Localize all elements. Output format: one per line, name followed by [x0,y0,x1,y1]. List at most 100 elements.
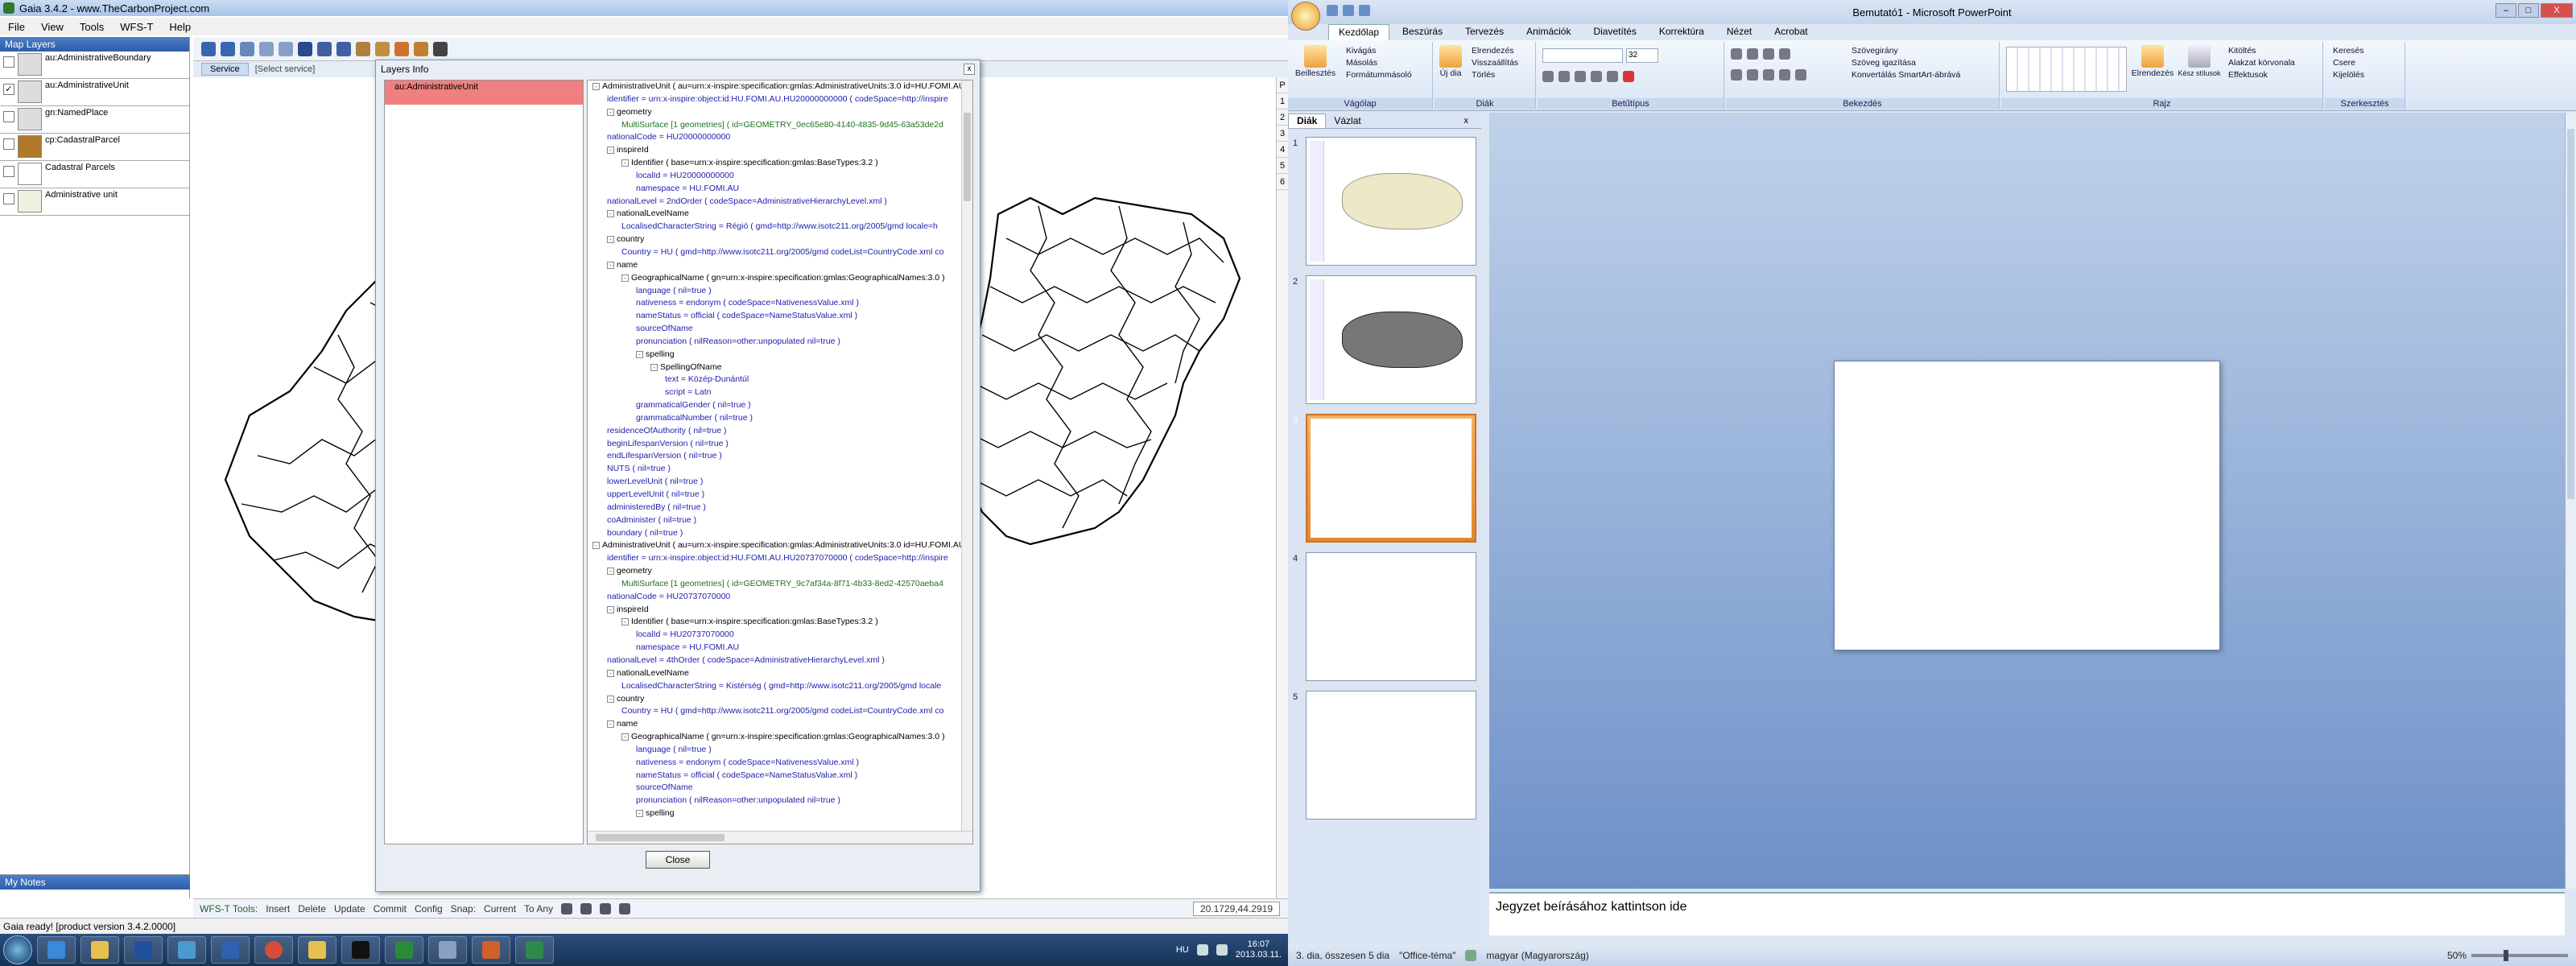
columns-icon[interactable] [1795,69,1806,80]
align-text-button[interactable]: Szöveg igazítása [1847,57,1960,69]
tab-view[interactable]: Nézet [1717,24,1761,40]
tree-collapse-icon[interactable]: - [607,605,614,613]
tree-node[interactable]: - Identifier ( base=urn:x-inspire:specifi… [588,616,962,629]
shapes-gallery[interactable] [2006,47,2127,92]
tree-node[interactable]: coAdminister ( nil=true ) [588,514,962,527]
spellcheck-icon[interactable] [1465,950,1477,961]
tree-node[interactable]: - spelling [588,807,962,820]
italic-icon[interactable] [1558,71,1570,82]
qat-save-icon[interactable] [1327,5,1338,16]
reset-button[interactable]: Visszaállítás [1467,57,1518,69]
find-button[interactable]: Keresés [2328,45,2364,57]
tree-node[interactable]: nameStatus = official ( codeSpace=NameSt… [588,310,962,323]
panel-tab-3[interactable]: 3 [1277,126,1288,142]
tree-collapse-icon[interactable]: - [607,695,614,703]
underline-icon[interactable] [1575,71,1586,82]
layer-item[interactable]: gn:NamedPlace [0,106,189,134]
start-button[interactable] [3,935,32,964]
panel-tab-1[interactable]: 1 [1277,93,1288,109]
layer-item[interactable]: ✓ au:AdministrativeUnit [0,79,189,106]
layer-checkbox[interactable]: ✓ [3,84,14,95]
tree-node[interactable]: grammaticalNumber ( nil=true ) [588,412,962,425]
numbering-icon[interactable] [1747,48,1758,60]
tree-collapse-icon[interactable]: - [607,108,614,116]
slide-thumb-2[interactable] [1306,275,1476,404]
tree-vscroll-thumb[interactable] [964,113,971,201]
service-button[interactable]: Service [201,63,249,76]
format-painter-button[interactable]: Formátummásoló [1341,69,1412,81]
close-button[interactable]: Close [646,851,710,869]
justify-icon[interactable] [1779,69,1790,80]
identify-icon[interactable] [356,41,370,56]
taskbar-gaia[interactable] [515,936,554,964]
zoom-slider[interactable] [2471,950,2568,961]
tree-node[interactable]: nationalCode = HU20000000000 [588,131,962,144]
tree-collapse-icon[interactable]: - [621,274,629,282]
tree-node[interactable]: Country = HU ( gmd=http://www.isotc211.o… [588,705,962,718]
forward-icon[interactable] [279,41,293,56]
tree-node[interactable]: - inspireId [588,604,962,617]
snap-mid-icon[interactable] [580,902,592,914]
layer-item[interactable]: Cadastral Parcels [0,161,189,188]
shadow-icon[interactable] [1607,71,1618,82]
shape-effects-button[interactable]: Effektusok [2223,69,2295,81]
bullets-icon[interactable] [1731,48,1742,60]
new-slide-button[interactable]: Új dia [1435,42,1467,80]
qat-undo-icon[interactable] [1343,5,1354,16]
align-right-icon[interactable] [1763,69,1774,80]
office-button-icon[interactable] [1291,2,1320,31]
volume-icon[interactable] [1216,944,1228,956]
tree-node[interactable]: nativeness = endonym ( codeSpace=Nativen… [588,297,962,310]
tab-outline[interactable]: Vázlat [1326,115,1368,126]
back-icon[interactable] [259,41,274,56]
tree-node[interactable]: lowerLevelUnit ( nil=true ) [588,476,962,489]
tree-node[interactable]: - nationalLevelName [588,208,962,221]
tree-node[interactable]: MultiSurface [1 geometries] ( id=GEOMETR… [588,119,962,132]
update-button[interactable]: Update [334,903,365,914]
replace-button[interactable]: Csere [2328,57,2364,69]
taskbar-folder[interactable] [298,936,336,964]
draw-icon[interactable] [394,41,409,56]
tab-home[interactable]: Kezdőlap [1328,24,1390,40]
tree-node[interactable]: pronunciation ( nilReason=other:unpopula… [588,336,962,349]
tree-collapse-icon[interactable]: - [621,159,629,167]
tree-hscroll-thumb[interactable] [596,834,724,841]
layer-checkbox[interactable] [3,193,14,204]
qat-redo-icon[interactable] [1359,5,1370,16]
taskbar-app[interactable] [428,936,467,964]
layout-button[interactable]: Elrendezés [1467,45,1518,57]
tree-collapse-icon[interactable]: - [621,733,629,741]
tree-node[interactable]: - AdministrativeUnit ( au=urn:x-inspire:s… [588,539,962,552]
taskbar-powerpoint[interactable] [472,936,510,964]
strike-icon[interactable] [1591,71,1602,82]
tree-collapse-icon[interactable]: - [650,363,658,371]
dialog-selected-layer[interactable]: au:AdministrativeUnit [385,80,583,105]
zoom-in-icon[interactable] [201,41,216,56]
align-left-icon[interactable] [1731,69,1742,80]
tree-collapse-icon[interactable]: - [607,669,614,677]
commit-button[interactable]: Commit [374,903,407,914]
taskbar-search[interactable] [167,936,206,964]
tree-node[interactable]: Country = HU ( gmd=http://www.isotc211.o… [588,246,962,259]
taskbar-chrome[interactable] [254,936,293,964]
clock[interactable]: 16:07 2013.03.11. [1236,939,1282,960]
arrange-button[interactable]: Elrendezés [2130,42,2175,80]
menu-view[interactable]: View [33,21,72,33]
shape-outline-button[interactable]: Alakzat körvonala [2223,57,2295,69]
bold-icon[interactable] [1542,71,1554,82]
panel-tab-p[interactable]: P [1277,77,1288,93]
align-center-icon[interactable] [1747,69,1758,80]
tree-vertical-scrollbar[interactable] [961,80,972,831]
tree-collapse-icon[interactable]: - [607,568,614,576]
tree-node[interactable]: nameStatus = official ( codeSpace=NameSt… [588,770,962,782]
tab-insert[interactable]: Beszúrás [1393,24,1452,40]
snap-left-icon[interactable] [561,902,573,914]
tree-node[interactable]: MultiSurface [1 geometries] ( id=GEOMETR… [588,578,962,591]
tree-collapse-icon[interactable]: - [607,210,614,218]
edit-icon[interactable] [375,41,390,56]
table-icon[interactable] [414,41,428,56]
menu-tools[interactable]: Tools [72,21,112,33]
taskbar-outlook[interactable] [124,936,163,964]
tree-node[interactable]: - Identifier ( base=urn:x-inspire:specifi… [588,157,962,170]
tree-node[interactable]: - AdministrativeUnit ( au=urn:x-inspire:s… [588,80,962,93]
